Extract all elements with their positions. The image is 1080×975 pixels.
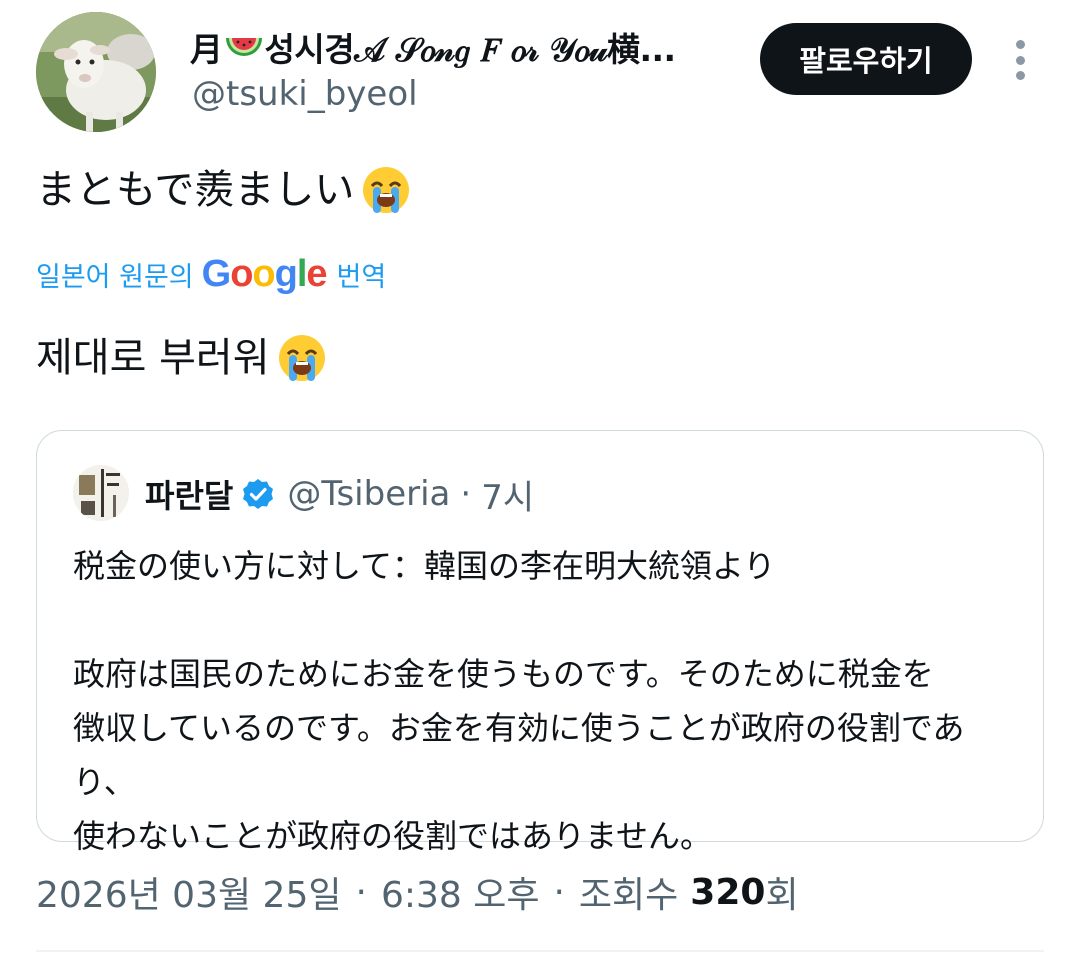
author-avatar[interactable] [36, 12, 156, 132]
quote-author-avatar[interactable] [73, 465, 129, 521]
google-logo: Google [201, 252, 328, 296]
google-letter: o [230, 252, 253, 295]
quote-separator: · [460, 474, 472, 514]
tweet-text: まともで羨ましい [36, 160, 412, 220]
quote-paragraph-gap [73, 593, 1013, 647]
quote-text: 税金の使い方に対して：韓国の李在明大統領より 政府は国民のためにお金を使うもので… [73, 539, 1013, 863]
views-count: 320 [690, 871, 766, 913]
meta-separator: · [553, 871, 565, 913]
author-name-row[interactable]: 月 성시경𝒜 𝒮𝑜𝓃𝑔 𝐹 𝑜𝓇 𝒴𝑜𝓊横... [190, 24, 676, 70]
more-dot [1015, 40, 1025, 49]
google-letter: l [296, 252, 308, 295]
translate-prefix: 일본어 원문의 [36, 261, 194, 293]
more-options-icon[interactable] [1004, 38, 1036, 82]
tweet-time: 6:38 오후 [380, 875, 540, 916]
author-name-prefix: 月 [190, 30, 223, 69]
views-label: 조회수 [578, 875, 679, 916]
translate-link[interactable]: 일본어 원문의 Google 번역 [36, 250, 386, 298]
translate-suffix: 번역 [336, 261, 387, 293]
quote-author-handle: @Tsiberia [287, 474, 451, 514]
more-dot [1015, 71, 1025, 80]
loudly-crying-face-icon [278, 335, 325, 381]
tweet-date: 2026년 03월 25일 [36, 875, 342, 916]
quote-header[interactable]: 파란달 @Tsiberia · 7시 [145, 469, 534, 519]
tweet-detail: 月 성시경𝒜 𝒮𝑜𝓃𝑔 𝐹 𝑜𝓇 𝒴𝑜𝓊横... @tsuki_byeol 팔로… [0, 0, 1080, 975]
quote-author-name: 파란달 [145, 477, 234, 515]
calligraphy-avatar-image [73, 465, 129, 521]
author-handle[interactable]: @tsuki_byeol [192, 74, 418, 114]
lamb-avatar-image [36, 12, 156, 132]
google-letter: e [306, 252, 327, 295]
loudly-crying-face-icon [363, 167, 410, 213]
more-dot [1015, 55, 1025, 65]
tweet-text-content: まともで羨ましい [36, 167, 355, 213]
quoted-tweet[interactable]: 파란달 @Tsiberia · 7시 税金の使い方に対して：韓国の李在明大統領よ… [36, 430, 1044, 855]
translated-text: 제대로 부러워 [36, 328, 328, 388]
tweet-meta: 2026년 03월 25일 · 6:38 오후 · 조회수 320 회 [36, 864, 799, 920]
divider [36, 950, 1044, 952]
views-suffix: 회 [765, 875, 799, 916]
quote-line: 政府は国民のためにお金を使うものです。そのために税金を [73, 655, 934, 693]
google-letter: G [201, 252, 232, 295]
quote-line: 使わないことが政府の役割ではありません。 [73, 817, 713, 855]
follow-button[interactable]: 팔로우하기 [760, 23, 972, 95]
quote-timestamp: 7시 [481, 477, 535, 518]
verified-badge-icon [243, 479, 274, 509]
google-letter: o [252, 252, 275, 295]
watermelon-icon [225, 38, 262, 56]
quote-line: 徴収しているのです。お金を有効に使うことが政府の役割であり、 [73, 709, 965, 801]
translated-text-content: 제대로 부러워 [36, 335, 270, 381]
google-letter: g [274, 252, 298, 295]
meta-separator: · [355, 871, 367, 913]
quote-line: 税金の使い方に対して：韓国の李在明大統領より [73, 547, 776, 585]
author-name-suffix: 성시경𝒜 𝒮𝑜𝓃𝑔 𝐹 𝑜𝓇 𝒴𝑜𝓊横... [264, 30, 677, 69]
